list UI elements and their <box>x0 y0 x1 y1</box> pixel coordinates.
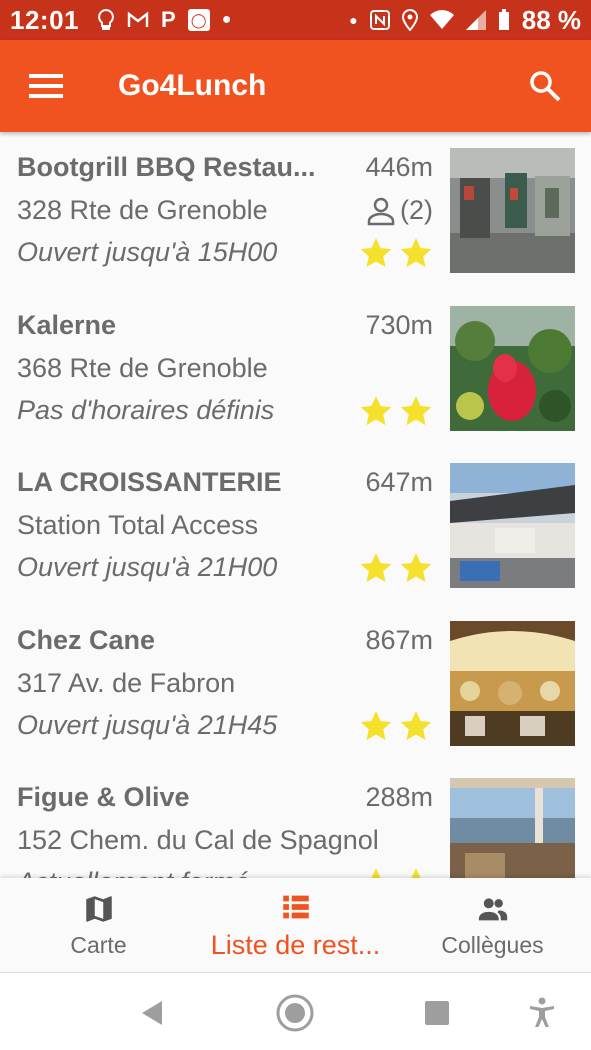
restaurant-address: 368 Rte de Grenoble <box>17 352 268 383</box>
restaurant-distance: 647m <box>365 467 433 497</box>
restaurant-photo <box>450 305 575 431</box>
workmates-count: (2) <box>366 195 433 226</box>
wifi-icon <box>429 10 454 29</box>
recents-button[interactable] <box>417 993 457 1033</box>
accessibility-icon <box>530 997 554 1027</box>
nav-item-list[interactable]: Liste de rest... <box>197 878 394 972</box>
restaurant-name: Chez Cane <box>17 624 156 655</box>
battery-icon <box>498 9 509 30</box>
restaurant-hours: Actuellement fermé <box>17 867 250 878</box>
map-icon <box>85 895 112 922</box>
dot-icon: ● <box>349 12 358 28</box>
more-notifications-dot-icon: ● <box>221 11 232 28</box>
signal-icon <box>465 10 486 30</box>
menu-button[interactable] <box>0 40 92 132</box>
star-icon <box>360 710 392 740</box>
star-icon <box>411 868 421 878</box>
restaurant-item[interactable]: Chez Cane 317 Av. de Fabron Ouvert jusqu… <box>0 605 591 763</box>
back-button[interactable] <box>132 993 172 1033</box>
bottom-navigation: Carte Liste de rest... Collègues <box>0 878 591 972</box>
restaurant-distance: 867m <box>365 624 433 655</box>
nfc-icon <box>369 10 390 30</box>
nav-label-map: Carte <box>70 931 127 958</box>
restaurant-address: Station Total Access <box>17 510 259 540</box>
restaurant-hours: Pas d'horaires définis <box>17 394 275 425</box>
restaurant-item[interactable]: LA CROISSANTERIE Station Total Access Ou… <box>0 447 591 605</box>
restaurant-item[interactable]: Figue & Olive 152 Chem. du Cal de Spagno… <box>0 762 591 878</box>
system-navigation-bar <box>0 972 591 1050</box>
star-icon <box>400 553 432 583</box>
rating-stars <box>359 866 433 878</box>
hamburger-menu-icon <box>29 74 63 98</box>
restaurant-photo <box>450 620 575 746</box>
rating-stars <box>359 551 433 585</box>
nav-label-workmates: Collègues <box>441 931 544 958</box>
status-time: 12:01 <box>10 4 79 35</box>
home-button[interactable] <box>275 993 315 1033</box>
restaurant-address: 328 Rte de Grenoble <box>17 195 268 225</box>
status-bar: 12:01 P ◯ ● ● 88 % <box>0 0 591 40</box>
restaurant-photo <box>450 148 575 273</box>
rating-stars <box>359 236 433 270</box>
nav-item-workmates[interactable]: Collègues <box>394 878 591 972</box>
people-icon <box>478 897 507 920</box>
restaurant-photo <box>450 463 575 588</box>
search-icon <box>530 71 561 102</box>
list-icon <box>282 895 309 918</box>
star-icon <box>400 710 432 740</box>
star-icon <box>360 553 392 583</box>
search-button[interactable] <box>499 40 591 132</box>
nav-label-list: Liste de rest... <box>210 929 381 960</box>
app-title: Go4Lunch <box>118 69 267 102</box>
back-triangle-icon <box>142 1001 162 1025</box>
gmail-icon <box>127 11 149 27</box>
restaurant-hours: Ouvert jusqu'à 15H00 <box>17 237 278 267</box>
home-circle-icon <box>276 994 314 1032</box>
restaurant-photo <box>450 778 575 878</box>
restaurant-hours: Ouvert jusqu'à 21H45 <box>17 709 278 740</box>
restaurant-distance: 446m <box>365 152 433 182</box>
shield-app-icon: ◯ <box>187 9 210 31</box>
p-icon: P <box>161 7 176 32</box>
star-icon <box>400 238 432 268</box>
star-icon <box>371 868 381 878</box>
restaurant-name: Bootgrill BBQ Restau... <box>17 152 316 182</box>
restaurant-name: Figue & Olive <box>17 782 190 812</box>
restaurant-hours: Ouvert jusqu'à 21H00 <box>17 552 278 582</box>
star-icon <box>360 395 392 425</box>
nav-item-map[interactable]: Carte <box>0 878 197 972</box>
workmates-number: (2) <box>400 195 433 225</box>
restaurant-list[interactable]: Bootgrill BBQ Restau... 328 Rte de Greno… <box>0 132 591 878</box>
restaurant-distance: 288m <box>365 782 433 812</box>
restaurant-distance: 730m <box>365 309 433 340</box>
accessibility-button[interactable] <box>522 993 562 1033</box>
location-icon <box>401 9 418 31</box>
star-icon <box>360 238 392 268</box>
restaurant-address: 317 Av. de Fabron <box>17 667 236 698</box>
battery-level: 88 % <box>521 4 581 35</box>
system-status-icons: ● 88 % <box>349 5 581 36</box>
star-icon <box>400 395 432 425</box>
restaurant-item[interactable]: Bootgrill BBQ Restau... 328 Rte de Greno… <box>0 132 591 290</box>
lightbulb-icon <box>98 9 114 30</box>
notification-icons: P ◯ ● <box>97 7 231 33</box>
restaurant-item[interactable]: Kalerne 368 Rte de Grenoble Pas d'horair… <box>0 290 591 448</box>
restaurant-name: Kalerne <box>17 309 117 340</box>
app-bar: Go4Lunch <box>0 40 591 132</box>
rating-stars <box>359 709 433 743</box>
recents-square-icon <box>425 1001 449 1025</box>
rating-stars <box>359 394 433 428</box>
restaurant-name: LA CROISSANTERIE <box>17 467 282 497</box>
restaurant-address: 152 Chem. du Cal de Spagnol <box>17 825 379 855</box>
person-icon <box>367 197 395 225</box>
